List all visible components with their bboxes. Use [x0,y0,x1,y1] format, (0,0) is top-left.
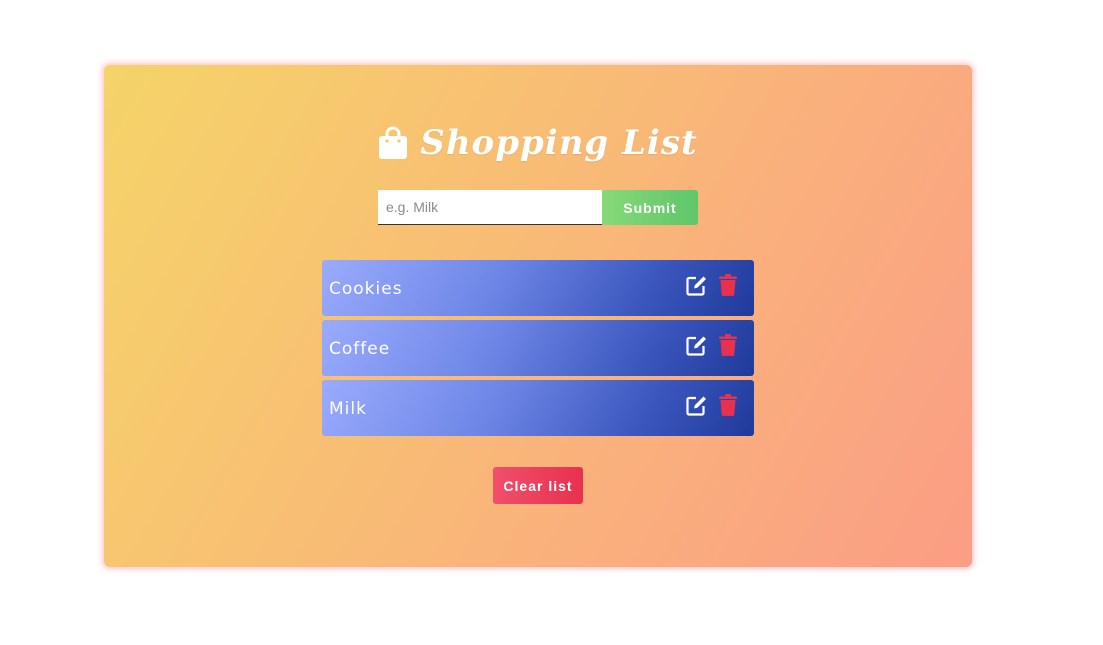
add-item-form: Submit [378,190,698,225]
page-title: Shopping List [420,123,698,163]
list-item-actions [686,394,738,416]
list-item-actions [686,274,738,296]
clear-list-button[interactable]: Clear list [493,467,583,504]
header: Shopping List [104,123,972,163]
list-item-label: Coffee [329,338,391,359]
edit-icon[interactable] [686,394,707,416]
edit-icon[interactable] [686,274,707,296]
shopping-list-card: Shopping List Submit Cookies [104,65,972,567]
shopping-list: Cookies Coffee Milk [322,260,754,440]
list-item-actions [686,334,738,356]
item-input[interactable] [378,190,602,225]
list-item: Milk [322,380,754,436]
edit-icon[interactable] [686,334,707,356]
list-item-label: Cookies [329,278,403,299]
list-item: Coffee [322,320,754,376]
trash-icon[interactable] [717,274,738,296]
submit-button[interactable]: Submit [602,190,698,225]
shopping-bag-icon [378,126,408,160]
list-item-label: Milk [329,398,367,419]
trash-icon[interactable] [717,334,738,356]
trash-icon[interactable] [717,394,738,416]
list-item: Cookies [322,260,754,316]
